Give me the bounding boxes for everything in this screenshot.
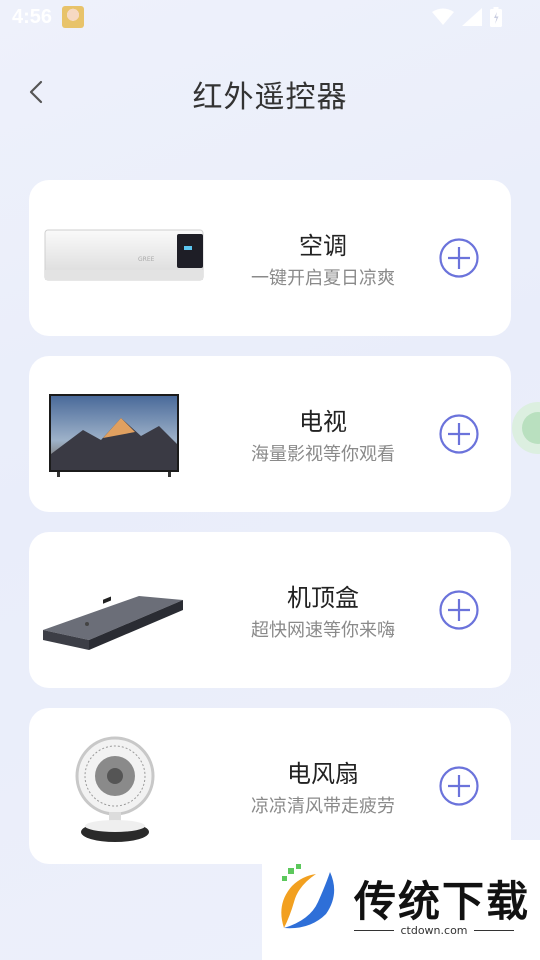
device-card-air-conditioner[interactable]: GREE 空调 一键开启夏日凉爽 — [29, 180, 511, 336]
device-card-set-top-box[interactable]: 机顶盒 超快网速等你来嗨 — [29, 532, 511, 688]
notification-avatar-icon — [62, 6, 84, 28]
plus-circle-icon — [439, 590, 479, 630]
air-conditioner-image: GREE — [43, 198, 219, 318]
add-device-button[interactable] — [439, 766, 479, 806]
battery-icon — [490, 7, 502, 27]
watermark-brand: 传统下载 — [354, 877, 531, 926]
device-name: 机顶盒 — [287, 584, 359, 612]
title-bar: 红外遥控器 — [0, 60, 540, 124]
add-device-button[interactable] — [439, 590, 479, 630]
device-name: 电风扇 — [287, 760, 359, 788]
device-description: 一键开启夏日凉爽 — [251, 268, 395, 289]
page-title: 红外遥控器 — [192, 80, 348, 115]
add-device-button[interactable] — [439, 414, 479, 454]
fan-image — [43, 726, 219, 846]
plus-circle-icon — [439, 766, 479, 806]
watermark-logo-icon — [281, 864, 335, 929]
tv-image — [43, 374, 219, 494]
svg-text:GREE: GREE — [138, 256, 155, 263]
floating-assistant-button[interactable] — [512, 402, 540, 454]
assistant-icon — [522, 412, 540, 444]
add-device-button[interactable] — [439, 238, 479, 278]
device-card-tv[interactable]: 电视 海量影视等你观看 — [29, 356, 511, 512]
status-time: 4:56 — [12, 6, 53, 28]
status-bar: 4:56 — [0, 0, 540, 36]
set-top-box-image — [43, 550, 219, 670]
plus-circle-icon — [439, 414, 479, 454]
device-description: 凉凉清风带走疲劳 — [251, 796, 395, 817]
plus-circle-icon — [439, 238, 479, 278]
device-description: 海量影视等你观看 — [251, 444, 395, 465]
device-description: 超快网速等你来嗨 — [251, 620, 395, 641]
wifi-icon — [432, 8, 454, 25]
status-icons — [432, 6, 502, 28]
device-name: 空调 — [299, 232, 347, 260]
watermark-divider — [474, 930, 514, 931]
watermark: 传统下载 ctdown.com — [262, 840, 540, 960]
signal-icon — [462, 8, 482, 26]
device-name: 电视 — [299, 408, 347, 436]
